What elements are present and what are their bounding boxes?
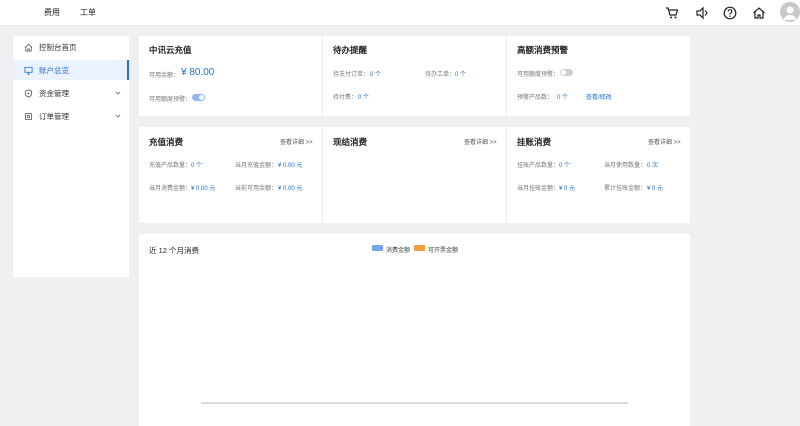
- total-amount-label: 累计挂账金额：: [604, 186, 647, 192]
- alert-label: 可用额度预警：: [149, 97, 192, 103]
- divider: [506, 36, 507, 116]
- pending-ticket-label: 待办工单：: [425, 72, 456, 78]
- prepaid-detail-link[interactable]: 查看详细 >>: [280, 137, 313, 146]
- alert-count-value: 0 个: [557, 95, 569, 101]
- divider: [322, 36, 323, 116]
- sidebar-item-fund-management[interactable]: 资金管理: [13, 83, 129, 103]
- high-alert-label: 可用额度预警：: [517, 72, 560, 78]
- prepaid-product-count-value: 0 个: [191, 163, 203, 169]
- chevron-down-icon: [115, 112, 121, 121]
- current-balance-label: 当前可用余额：: [235, 186, 278, 192]
- sidebar-item-label: 账户总览: [39, 65, 69, 75]
- sidebar-item-label: 资金管理: [39, 88, 69, 98]
- sidebar-item-order-management[interactable]: 订单管理: [13, 106, 129, 126]
- home-icon: [24, 43, 33, 52]
- consumption-chart: [201, 402, 628, 404]
- credit-detail-link[interactable]: 查看详细 >>: [648, 137, 681, 146]
- month-recharge-value: ¥ 0.00 元: [278, 163, 303, 169]
- pending-pay-value[interactable]: 0 个: [370, 69, 381, 78]
- sidebar-item-label: 控制台首页: [39, 42, 77, 52]
- pending-fee-value[interactable]: 0 个: [358, 92, 369, 101]
- consumption-card-row2: 充值消费 查看详细 >> 充值产品数量： 0 个 当月充值金额： ¥ 0.00 …: [139, 127, 690, 223]
- top-bar: 费用 工单: [0, 0, 800, 26]
- settle-title: 现结消费: [333, 137, 368, 147]
- chevron-down-icon: [115, 89, 121, 98]
- divider: [506, 127, 507, 223]
- month-recharge-label: 当月充值金额：: [235, 163, 278, 169]
- sidebar-item-console-home[interactable]: 控制台首页: [13, 37, 129, 57]
- current-balance-value: ¥ 0.00 元: [278, 186, 303, 192]
- sidebar-item-account-overview[interactable]: 账户总览: [13, 60, 129, 80]
- month-use-value: 0 次: [647, 163, 659, 169]
- pending-pay-label: 待支付订单：: [333, 72, 370, 78]
- nav-ticket[interactable]: 工单: [80, 7, 96, 18]
- balance-alert-toggle[interactable]: [192, 94, 205, 101]
- shield-icon: [24, 88, 33, 98]
- prepaid-title: 充值消费: [149, 137, 184, 147]
- monitor-icon: [24, 66, 33, 75]
- top-nav: 费用 工单: [44, 7, 96, 18]
- todo-title: 待办提醒: [333, 45, 368, 55]
- chart-card: 近 12 个月消费 消费金额 可开票金额: [139, 234, 690, 426]
- total-amount-value: ¥ 0 元: [647, 186, 664, 192]
- sidebar: 控制台首页 账户总览 资金管理 订单管理: [13, 36, 129, 277]
- gear-icon: [24, 112, 33, 121]
- pending-fee-label: 待付费：: [333, 95, 358, 101]
- alert-count-label: 预警产品数：: [517, 95, 554, 101]
- view-edit-link[interactable]: 查看/修改: [586, 92, 612, 101]
- credit-product-count-label: 挂账产品数量：: [517, 163, 560, 169]
- summary-card-row1: 中讯云充值 可用余额： ¥ 80.00 可用额度预警： 待办提醒 待支付订单： …: [139, 36, 690, 116]
- help-icon[interactable]: [721, 4, 739, 22]
- month-amount-label: 当月挂账金额：: [517, 186, 560, 192]
- credit-title: 挂账消费: [517, 137, 552, 147]
- speaker-icon[interactable]: [693, 4, 711, 22]
- high-alert-title: 高额消费预警: [517, 45, 569, 55]
- user-avatar-icon[interactable]: [780, 2, 800, 22]
- month-amount-value: ¥ 0 元: [559, 186, 576, 192]
- high-alert-toggle[interactable]: [560, 69, 573, 76]
- balance-label: 可用余额：: [149, 73, 180, 79]
- recharge-title: 中讯云充值: [149, 45, 192, 55]
- settle-detail-link[interactable]: 查看详细 >>: [464, 137, 497, 146]
- home-icon[interactable]: [750, 4, 768, 22]
- month-use-label: 当月使用数量：: [604, 163, 647, 169]
- balance-value: ¥ 80.00: [181, 67, 215, 78]
- pending-ticket-value[interactable]: 0 个: [455, 69, 466, 78]
- credit-product-count-value: 0 个: [559, 163, 571, 169]
- prepaid-product-count-label: 充值产品数量：: [149, 163, 192, 169]
- month-spend-label: 当月消费金额：: [149, 186, 192, 192]
- nav-billing[interactable]: 费用: [44, 7, 60, 18]
- sidebar-item-label: 订单管理: [39, 111, 69, 121]
- month-spend-value: ¥ 0.00 元: [191, 186, 216, 192]
- cart-icon[interactable]: [663, 4, 681, 22]
- divider: [322, 127, 323, 223]
